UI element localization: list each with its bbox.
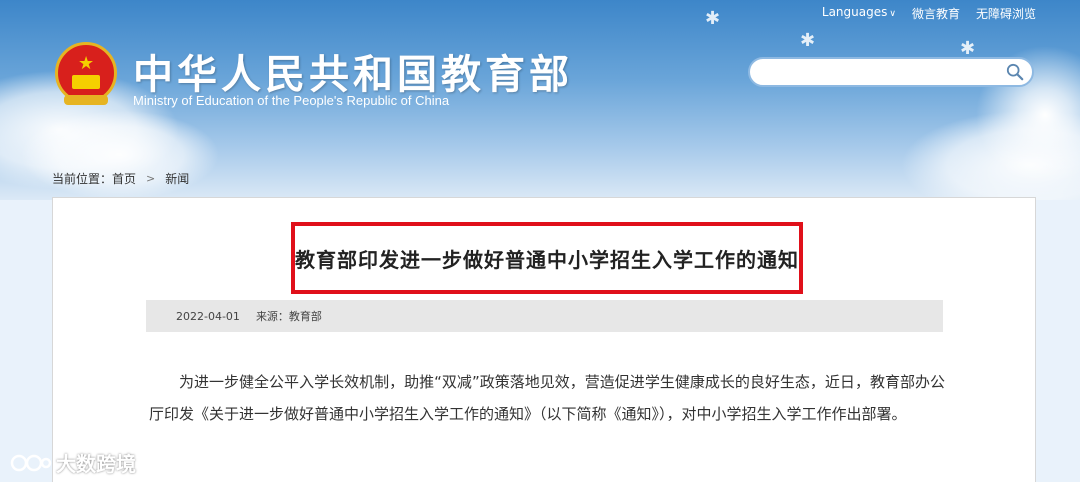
chevron-down-icon: ∨ — [889, 9, 896, 19]
accessible-browse-link[interactable]: 无障碍浏览 — [976, 5, 1036, 22]
languages-link[interactable]: Languages ∨ — [822, 5, 896, 22]
breadcrumb-current-link[interactable]: 新闻 — [165, 170, 189, 187]
title-highlight-box: 教育部印发进一步做好普通中小学招生入学工作的通知 — [291, 222, 803, 294]
top-links: Languages ∨ 微言教育 无障碍浏览 — [822, 5, 1036, 22]
article-panel: 教育部印发进一步做好普通中小学招生入学工作的通知 2022-04-01 来源：教… — [52, 197, 1036, 482]
article-date: 2022-04-01 — [176, 309, 240, 323]
site-subtitle: Ministry of Education of the People's Re… — [133, 93, 450, 108]
seed-decoration: ✱ — [960, 38, 976, 59]
languages-label: Languages — [821, 5, 888, 19]
site-title[interactable]: 中华人民共和国教育部 — [133, 42, 573, 100]
search-input[interactable] — [760, 63, 990, 83]
article-meta-bar: 2022-04-01 来源：教育部 — [146, 300, 943, 332]
search-box — [748, 57, 1034, 87]
watermark: 大数跨境 — [10, 448, 136, 477]
breadcrumb-separator: > — [146, 172, 156, 185]
seed-decoration: ✱ — [800, 30, 816, 51]
article-body-paragraph: 为进一步健全公平入学长效机制，助推“双减”政策落地见效，营造促进学生健康成长的良… — [149, 373, 945, 423]
breadcrumb: 当前位置： 首页 > 新闻 — [52, 170, 189, 187]
seed-decoration: ✱ — [705, 8, 721, 29]
weiyan-link[interactable]: 微言教育 — [912, 5, 960, 22]
search-icon[interactable] — [1006, 63, 1024, 81]
watermark-text: 大数跨境 — [56, 452, 136, 476]
article-source: 来源：教育部 — [255, 310, 322, 323]
watermark-logo-icon — [10, 454, 52, 471]
breadcrumb-home-link[interactable]: 首页 — [112, 170, 136, 187]
national-emblem-icon[interactable]: ★ — [55, 42, 117, 105]
article-title: 教育部印发进一步做好普通中小学招生入学工作的通知 — [295, 247, 799, 272]
breadcrumb-prefix: 当前位置： — [52, 172, 113, 186]
